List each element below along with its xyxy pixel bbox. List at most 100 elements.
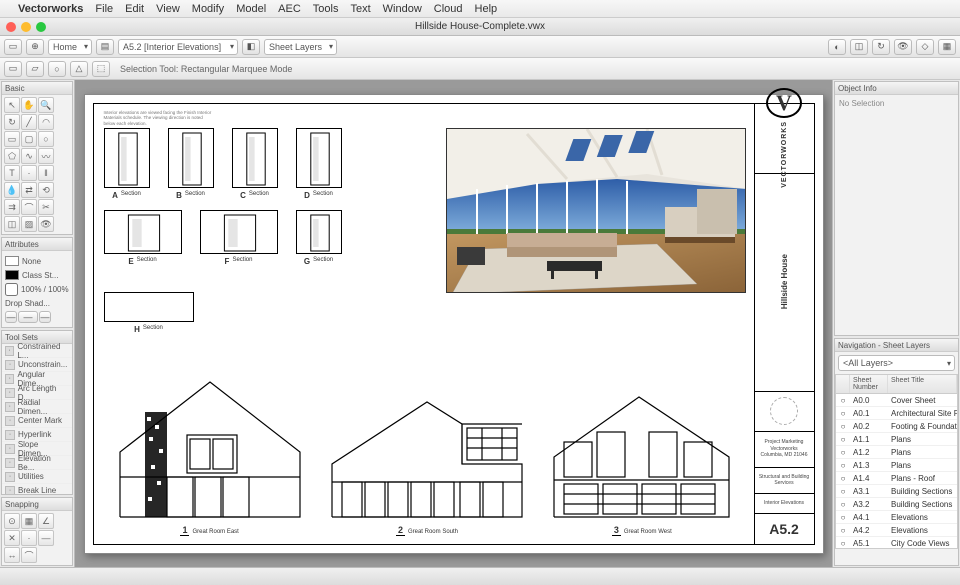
arc-tool[interactable]: ◠ xyxy=(38,114,54,130)
snap-smart-edge-button[interactable]: — xyxy=(38,530,54,546)
active-sheet-select[interactable]: A5.2 [Interior Elevations] xyxy=(118,39,238,55)
layer-select[interactable]: Sheet Layers xyxy=(264,39,337,55)
sheet-row[interactable]: ○A4.2Elevations xyxy=(836,524,957,537)
unified-view-button[interactable]: ▦ xyxy=(938,39,956,55)
text-tool[interactable]: T xyxy=(4,165,20,181)
snap-tangent-button[interactable]: ⌒ xyxy=(21,547,37,563)
elevation-3[interactable]: 3Great Room West xyxy=(549,392,734,536)
elevation-1[interactable]: 1Great Room East xyxy=(115,377,305,536)
line-end-button[interactable]: — xyxy=(39,311,51,323)
double-line-tool[interactable]: ‖ xyxy=(38,165,54,181)
detail-viewport[interactable] xyxy=(296,128,342,188)
visibility-icon[interactable]: ○ xyxy=(836,526,850,535)
polygon-tool[interactable]: ⬠ xyxy=(4,148,20,164)
sheet-row[interactable]: ○A3.2Building Sections xyxy=(836,498,957,511)
visibility-icon[interactable]: ○ xyxy=(836,539,850,548)
snap-intersect-button[interactable]: ✕ xyxy=(4,530,20,546)
pen-swatch[interactable] xyxy=(5,270,19,280)
mirror-tool[interactable]: ⇄ xyxy=(21,182,37,198)
rounded-rect-tool[interactable]: ▢ xyxy=(21,131,37,147)
nav-filter-select[interactable]: <All Layers> xyxy=(838,355,955,371)
freehand-tool[interactable]: 〰 xyxy=(38,148,54,164)
mode-3-button[interactable]: ○ xyxy=(48,61,66,77)
snap-distance-button[interactable]: ↔ xyxy=(4,547,20,563)
flyover-button[interactable]: ↻ xyxy=(872,39,890,55)
zoom-tool[interactable]: 🔍 xyxy=(38,97,54,113)
elevation-2[interactable]: 2Great Room South xyxy=(327,392,527,536)
detail-viewport[interactable] xyxy=(296,210,342,254)
detail-viewport[interactable] xyxy=(168,128,214,188)
visibility-icon[interactable]: ○ xyxy=(836,513,850,522)
mode-2-button[interactable]: ▱ xyxy=(26,61,44,77)
render-viewport[interactable] xyxy=(446,128,746,293)
mode-5-button[interactable]: ⬚ xyxy=(92,61,110,77)
toolset-item[interactable]: ·Utilities xyxy=(2,470,72,484)
line-start-button[interactable]: — xyxy=(5,311,17,323)
sheet-row[interactable]: ○A5.1City Code Views xyxy=(836,537,957,549)
selection-tool[interactable]: ↖ xyxy=(4,97,20,113)
toolset-item[interactable]: ·Radial Dimen... xyxy=(2,400,72,414)
menu-aec[interactable]: AEC xyxy=(278,3,301,15)
sheet-row[interactable]: ○A4.1Elevations xyxy=(836,511,957,524)
toolset-item[interactable]: ·Elevation Be... xyxy=(2,456,72,470)
attribute-mapping-tool[interactable]: ▨ xyxy=(21,216,37,232)
detail-viewport[interactable] xyxy=(232,128,278,188)
close-icon[interactable] xyxy=(6,22,16,32)
attributes-palette-head[interactable]: Attributes xyxy=(2,238,72,251)
menu-help[interactable]: Help xyxy=(475,3,498,15)
maximize-icon[interactable] xyxy=(36,22,46,32)
sheet-row[interactable]: ○A1.3Plans xyxy=(836,459,957,472)
visibility-icon[interactable]: ○ xyxy=(836,422,850,431)
menu-cloud[interactable]: Cloud xyxy=(434,3,463,15)
trim-tool[interactable]: ✂ xyxy=(38,199,54,215)
fit-page-button[interactable]: ▭ xyxy=(4,39,22,55)
drawing-canvas[interactable]: Interior elevations are viewed facing th… xyxy=(75,80,832,567)
detail-viewport[interactable] xyxy=(104,128,150,188)
object-info-head[interactable]: Object Info xyxy=(835,82,958,95)
snap-grid-button[interactable]: ▦ xyxy=(21,513,37,529)
menu-edit[interactable]: Edit xyxy=(125,3,144,15)
basic-palette-head[interactable]: Basic xyxy=(2,82,72,95)
sheet-row[interactable]: ○A0.0Cover Sheet xyxy=(836,394,957,407)
walkthrough-button[interactable]: 👁 xyxy=(894,39,912,55)
rectangle-tool[interactable]: ▭ xyxy=(4,131,20,147)
visibility-icon[interactable]: ○ xyxy=(836,500,850,509)
clip-tool[interactable]: ◫ xyxy=(4,216,20,232)
visibility-icon[interactable]: ○ xyxy=(836,474,850,483)
drop-shadow-label[interactable]: Drop Shad... xyxy=(5,299,50,308)
locus-tool[interactable]: · xyxy=(21,165,37,181)
detail-viewport[interactable] xyxy=(104,210,182,254)
flyover-tool[interactable]: ↻ xyxy=(4,114,20,130)
zoom-button[interactable]: ⊕ xyxy=(26,39,44,55)
visibility-icon[interactable]: ○ xyxy=(836,487,850,496)
minimize-icon[interactable] xyxy=(21,22,31,32)
sheet-row[interactable]: ○A0.2Footing & Foundation Pl... xyxy=(836,420,957,433)
visibility-icon[interactable]: ○ xyxy=(836,448,850,457)
circle-tool[interactable]: ○ xyxy=(38,131,54,147)
detail-viewport[interactable] xyxy=(200,210,278,254)
menu-view[interactable]: View xyxy=(156,3,180,15)
visibility-tool[interactable]: 👁 xyxy=(38,216,54,232)
sheet-row[interactable]: ○A1.4Plans - Roof xyxy=(836,472,957,485)
sheet-row[interactable]: ○A1.1Plans xyxy=(836,433,957,446)
visibility-icon[interactable]: ○ xyxy=(836,409,850,418)
menu-window[interactable]: Window xyxy=(383,3,422,15)
fillet-tool[interactable]: ⌒ xyxy=(21,199,37,215)
toolset-item[interactable]: ·Constrained L... xyxy=(2,344,72,358)
mode-1-button[interactable]: ▭ xyxy=(4,61,22,77)
menu-modify[interactable]: Modify xyxy=(192,3,224,15)
snap-smart-point-button[interactable]: · xyxy=(21,530,37,546)
menu-text[interactable]: Text xyxy=(350,3,370,15)
detail-h-viewport[interactable] xyxy=(104,292,194,322)
toolset-item[interactable]: ·Break Line xyxy=(2,484,72,495)
class-options-button[interactable]: ◧ xyxy=(242,39,260,55)
sheet-row[interactable]: ○A1.2Plans xyxy=(836,446,957,459)
view-cube-button[interactable]: ◇ xyxy=(916,39,934,55)
snapping-palette-head[interactable]: Snapping xyxy=(2,498,72,511)
polyline-tool[interactable]: ∿ xyxy=(21,148,37,164)
visibility-icon[interactable]: ○ xyxy=(836,435,850,444)
rotate-tool[interactable]: ⟲ xyxy=(38,182,54,198)
visibility-icon[interactable]: ○ xyxy=(836,396,850,405)
sheet-row[interactable]: ○A3.1Building Sections xyxy=(836,485,957,498)
sheet-row[interactable]: ○A0.1Architectural Site Plan xyxy=(836,407,957,420)
